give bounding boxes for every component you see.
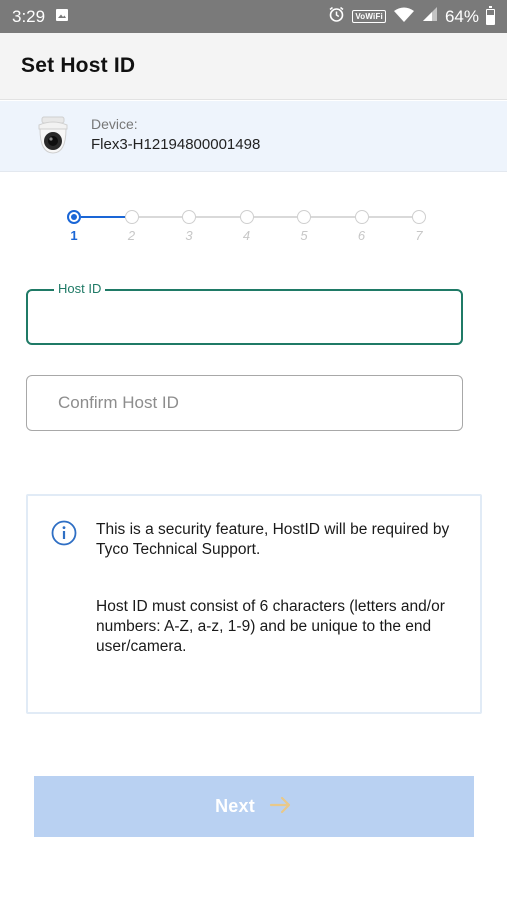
status-time: 3:29 xyxy=(12,6,46,26)
dome-camera-icon xyxy=(34,115,72,157)
alarm-icon xyxy=(328,6,345,28)
confirm-host-id-input[interactable] xyxy=(27,376,462,430)
image-icon xyxy=(55,7,69,27)
step-connector xyxy=(81,216,125,218)
host-id-input[interactable] xyxy=(28,291,461,343)
step-number-7: 7 xyxy=(415,228,423,243)
next-button-label: Next xyxy=(215,796,255,816)
info-requirements-text: Host ID must consist of 6 characters (le… xyxy=(96,598,445,655)
battery-fill xyxy=(487,14,494,24)
step-number-2: 2 xyxy=(127,228,136,243)
step-number-6: 6 xyxy=(357,228,366,243)
status-bar: 3:29 VoWiFi 64% xyxy=(0,0,507,33)
step-indicator-4 xyxy=(239,210,254,224)
progress-stepper: 1 2 3 4 5 6 7 xyxy=(0,200,507,250)
info-icon xyxy=(51,520,77,546)
vowifi-badge: VoWiFi xyxy=(352,10,386,23)
step-indicator-3 xyxy=(182,210,196,224)
confirm-host-id-field[interactable] xyxy=(26,375,463,431)
step-connector xyxy=(368,216,412,218)
step-connector xyxy=(311,216,355,218)
device-name: Flex3-H12194800001498 xyxy=(91,136,261,153)
signal-icon xyxy=(422,6,438,27)
app-bar: Set Host ID xyxy=(0,33,507,100)
device-band: Device: Flex3-H12194800001498 xyxy=(0,101,507,172)
page-title: Set Host ID xyxy=(21,54,136,77)
step-number-4: 4 xyxy=(242,228,251,243)
battery-icon xyxy=(486,5,495,25)
info-security-text: This is a security feature, HostID will … xyxy=(96,521,450,558)
step-connector xyxy=(196,216,240,218)
step-connector xyxy=(138,216,182,218)
info-box: This is a security feature, HostID will … xyxy=(26,494,482,714)
step-indicator-1 xyxy=(67,210,81,224)
step-connector xyxy=(253,216,297,218)
next-button[interactable]: Next xyxy=(34,776,474,837)
battery-percent: 64% xyxy=(444,6,479,26)
step-indicator-6 xyxy=(354,210,369,224)
host-id-field[interactable]: Host ID xyxy=(26,281,463,345)
arrow-right-icon xyxy=(269,796,293,817)
step-indicator-7 xyxy=(412,210,426,224)
step-number-3: 3 xyxy=(185,228,193,243)
status-right: VoWiFi 64% xyxy=(328,5,495,28)
wifi-icon xyxy=(393,6,415,28)
status-left: 3:29 xyxy=(12,7,69,27)
step-indicator-2 xyxy=(124,210,139,224)
device-label: Device: xyxy=(91,116,138,132)
step-indicator-5 xyxy=(297,210,311,224)
step-number-1: 1 xyxy=(70,228,78,243)
step-number-5: 5 xyxy=(300,228,308,243)
